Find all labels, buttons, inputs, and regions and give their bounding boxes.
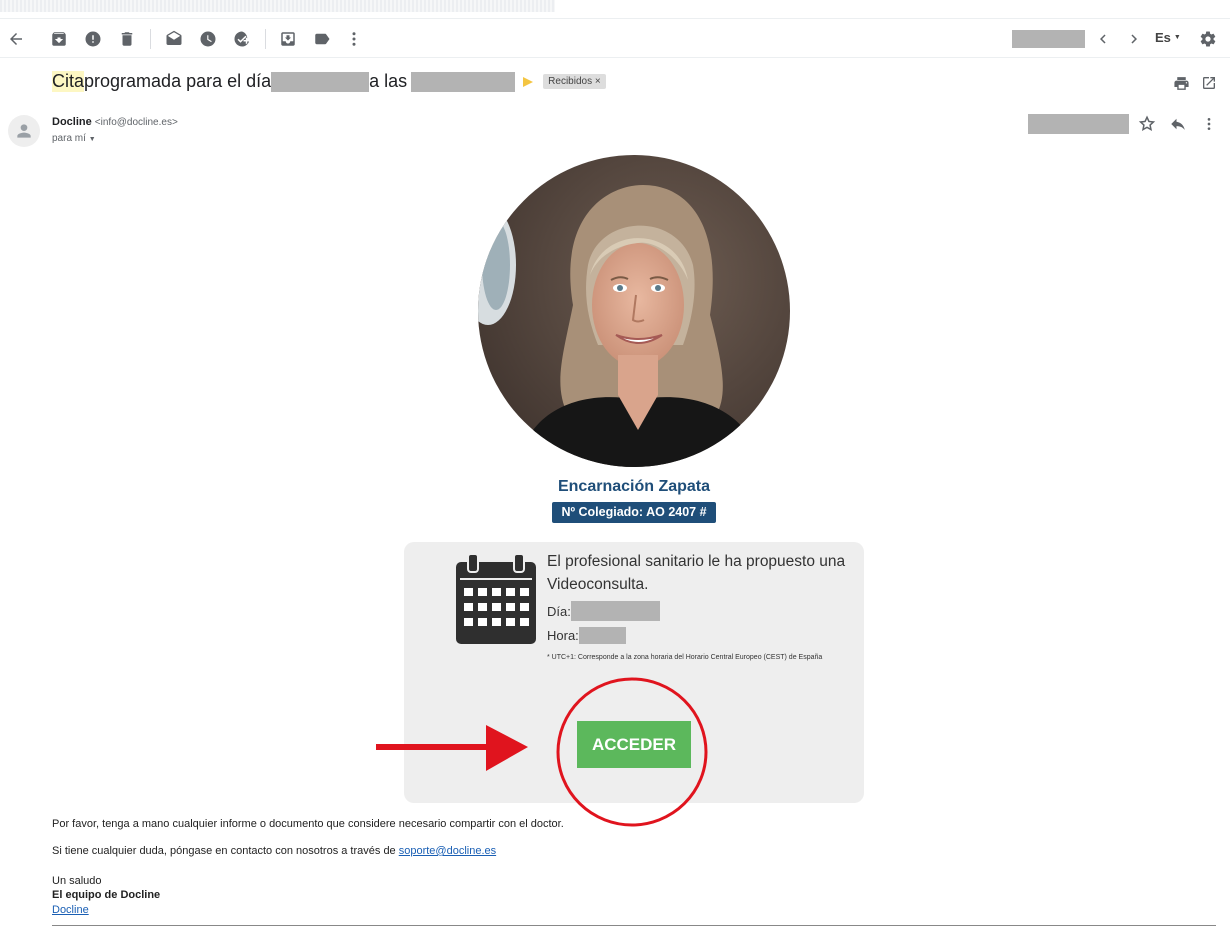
report-spam-icon[interactable] (83, 29, 103, 49)
reply-icon[interactable] (1168, 114, 1188, 134)
annotation-arrow-shaft (376, 744, 496, 750)
contact-paragraph: Si tiene cualquier duda, póngase en cont… (52, 845, 497, 857)
archive-icon[interactable] (49, 29, 69, 49)
sender-avatar (8, 115, 40, 147)
next-icon[interactable] (1124, 29, 1144, 49)
snooze-icon[interactable] (198, 29, 218, 49)
appointment-day: Día: (547, 601, 660, 621)
email-subject: Cita programada para el día a las Recibi… (52, 71, 606, 92)
redacted-date (271, 71, 370, 92)
more-options-icon[interactable] (1199, 114, 1219, 134)
toolbar-divider (150, 29, 151, 49)
proposal-text: El profesional sanitario le ha propuesto… (547, 553, 846, 593)
support-email-link[interactable]: soporte@docline.es (399, 845, 496, 857)
print-icon[interactable] (1171, 73, 1191, 93)
annotation-overlay (376, 677, 708, 827)
toolbar-divider (265, 29, 266, 49)
annotation-circle (556, 677, 708, 827)
language-select[interactable]: Es ▼ (1155, 30, 1181, 45)
redacted-timestamp (1028, 114, 1129, 134)
move-to-icon[interactable] (278, 29, 298, 49)
subject-highlight: Cita (52, 71, 85, 92)
mark-unread-icon[interactable] (164, 29, 184, 49)
colegiado-badge: Nº Colegiado: AO 2407 # (552, 502, 716, 523)
open-new-window-icon[interactable] (1199, 73, 1219, 93)
timezone-footnote: * UTC+1: Corresponde a la zona horaria d… (547, 654, 823, 661)
redacted-time-value (578, 627, 626, 644)
remove-label-icon[interactable]: × (595, 76, 601, 87)
chevron-down-icon[interactable]: ▼ (89, 136, 96, 143)
annotation-arrow-head (486, 725, 528, 771)
email-toolbar: Es ▼ (0, 18, 1230, 58)
redacted-time (411, 71, 516, 92)
label-icon[interactable] (312, 29, 332, 49)
recipient-details[interactable]: para mí ▼ (52, 133, 96, 144)
add-task-icon[interactable] (232, 29, 252, 49)
footer-divider (52, 925, 1216, 926)
delete-icon[interactable] (117, 29, 137, 49)
greeting: Un saludo (52, 875, 102, 887)
subject-text: programada para el día (84, 71, 272, 91)
team-signature: El equipo de Docline (52, 889, 161, 901)
redacted-day (570, 601, 660, 621)
sender-name[interactable]: Docline (52, 116, 92, 128)
sender-line: Docline <info@docline.es> (52, 116, 178, 128)
redacted-pagination (1012, 30, 1085, 48)
browser-tab-strip (0, 0, 555, 12)
appointment-time: Hora: (547, 627, 626, 644)
prev-icon[interactable] (1093, 29, 1113, 49)
star-icon[interactable] (1137, 114, 1157, 134)
settings-icon[interactable] (1198, 29, 1218, 49)
subject-text: a las (369, 71, 408, 91)
sender-email: <info@docline.es> (94, 117, 178, 128)
more-icon[interactable] (344, 29, 364, 49)
brand-link-wrap: Docline (52, 904, 89, 916)
instructions-paragraph: Por favor, tenga a mano cualquier inform… (52, 818, 564, 830)
label-chip-recibidos[interactable]: Recibidos × (543, 74, 606, 89)
calendar-icon (456, 553, 536, 649)
doctor-name: Encarnación Zapata (557, 478, 711, 495)
back-icon[interactable] (6, 29, 26, 49)
person-icon (17, 124, 31, 138)
important-marker-icon[interactable] (523, 76, 534, 87)
docline-link[interactable]: Docline (52, 904, 89, 916)
doctor-photo (478, 155, 790, 467)
